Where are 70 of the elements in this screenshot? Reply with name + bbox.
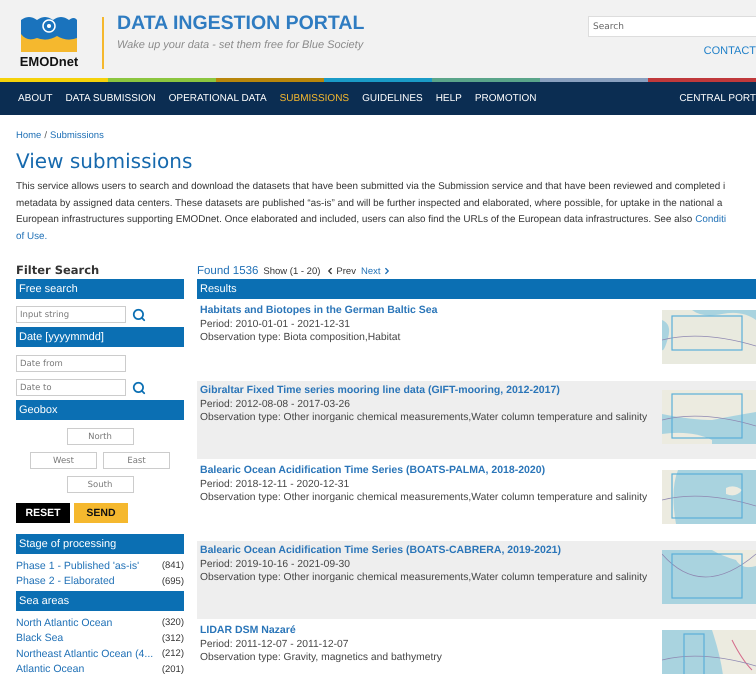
west-field[interactable]: West (30, 452, 97, 469)
conditions-link[interactable]: Conditi (695, 212, 726, 228)
search-field[interactable]: Search (588, 16, 756, 37)
facet-count: (695) (162, 576, 184, 587)
facet-count: (320) (162, 617, 184, 628)
logo-text: EMODnet (20, 54, 78, 69)
section-header: Stage of processing (16, 534, 184, 554)
section-header: Date [yyyymmdd] (16, 327, 184, 347)
observation-text: Observation type: Biota composition,Habitat (200, 332, 402, 343)
observation-text: Observation type: Other inorganic chemical measurements,Water column temperature and salinity (200, 412, 648, 423)
description-text: European infrastructures supporting EMODnet. Once elaborated and included, users can also find the URLs of the European data infrastructures. See also (16, 213, 692, 227)
facet-count: (212) (162, 648, 184, 660)
observation-text: Observation type: Other inorganic chemical measurements,Water column temperature and salinity (200, 572, 648, 583)
observation-text: Observation type: Gravity, magnetics and bathymetry (200, 652, 443, 663)
facet-link[interactable]: North Atlantic Ocean (16, 616, 112, 629)
period-text: Period: 2012-08-08 - 2017-03-26 (200, 398, 351, 410)
nav-item[interactable]: CENTRAL PORT (679, 93, 756, 104)
date-from-field[interactable]: Date from (16, 355, 126, 372)
nav-item[interactable]: SUBMISSIONS (280, 93, 350, 104)
page-title: View submissions (16, 149, 194, 173)
range-text: Show (1 - 20) (263, 266, 320, 276)
nav-item[interactable]: ABOUT (18, 93, 52, 104)
period-text: Period: 2011-12-07 - 2011-12-07 (200, 638, 350, 650)
result-title-link[interactable]: Balearic Ocean Acidification Time Series (BOATS-CABRERA, 2019-2021) (200, 544, 662, 556)
breadcrumb-link[interactable]: Home (16, 130, 42, 141)
result-title-link[interactable]: Habitats and Biotopes in the German Baltic Sea (200, 304, 662, 316)
breadcrumb-link[interactable]: Submissions (50, 130, 104, 141)
observation-text: Observation type: Other inorganic chemical measurements,Water column temperature and salinity (200, 492, 648, 503)
nav-item[interactable]: GUIDELINES (362, 93, 423, 104)
north-field[interactable]: North (66, 428, 134, 445)
facet-link[interactable]: Atlantic Ocean (16, 663, 84, 674)
next-link[interactable]: Next (360, 266, 392, 276)
date-to-field[interactable]: Date to (16, 379, 126, 396)
search-icon[interactable] (132, 380, 146, 394)
reset-button[interactable]: RESET (16, 503, 70, 523)
description-text: This service allows users to search and download the datasets that have been submitted via the Submission service and that have been reviewed and completed i (16, 180, 726, 194)
input-field[interactable]: Input string (16, 306, 126, 323)
results-header: Results (197, 279, 756, 299)
facet-link[interactable]: Northeast Atlantic Ocean (4... (16, 648, 154, 660)
facet-link[interactable]: Black Sea (16, 632, 64, 644)
send-button[interactable]: SEND (74, 503, 128, 523)
conditions-link[interactable]: of Use. (16, 228, 48, 245)
period-text: Period: 2018-12-11 - 2020-12-31 (200, 478, 350, 490)
result-title-link[interactable]: LIDAR DSM Nazaré (200, 624, 662, 636)
section-header: Free search (16, 279, 184, 299)
search-icon[interactable] (132, 308, 146, 322)
facet-count: (312) (162, 632, 184, 644)
section-header: Geobox (16, 400, 184, 420)
facet-count: (841) (162, 560, 184, 572)
period-text: Period: 2010-01-01 - 2021-12-31 (200, 318, 351, 330)
contact-link[interactable]: CONTACT (704, 45, 756, 57)
results-count: Found 1536 (197, 265, 258, 277)
east-field[interactable]: East (103, 452, 170, 469)
portal-title: DATA INGESTION PORTAL (117, 12, 366, 35)
result-title-link[interactable]: Gibraltar Fixed Time series mooring line data (GIFT-mooring, 2012-2017) (200, 384, 662, 396)
section-header: Sea areas (16, 591, 184, 611)
description-text: metadata by assigned data centers. These datasets are published “as-is” and will be further inspected and elaborated, where possible, for uptake in the national a (16, 196, 722, 210)
result-title-link[interactable]: Balearic Ocean Acidification Time Series (BOATS-PALMA, 2018-2020) (200, 464, 662, 476)
facet-link[interactable]: Phase 2 - Elaborated (16, 575, 115, 588)
nav-item[interactable]: HELP (436, 93, 462, 104)
nav-item[interactable]: OPERATIONAL DATA (168, 93, 267, 104)
nav-item[interactable]: PROMOTION (474, 93, 536, 104)
filter-title: Filter Search (16, 263, 100, 279)
south-field[interactable]: South (66, 476, 134, 493)
breadcrumb-separator: / (44, 130, 47, 141)
portal-tagline: Wake up your data - set them free for Blue Society (117, 39, 365, 51)
period-text: Period: 2019-10-16 - 2021-09-30 (200, 558, 351, 570)
facet-count: (201) (162, 664, 184, 674)
nav-item[interactable]: DATA SUBMISSION (65, 93, 156, 104)
facet-link[interactable]: Phase 1 - Published 'as-is' (16, 560, 140, 572)
